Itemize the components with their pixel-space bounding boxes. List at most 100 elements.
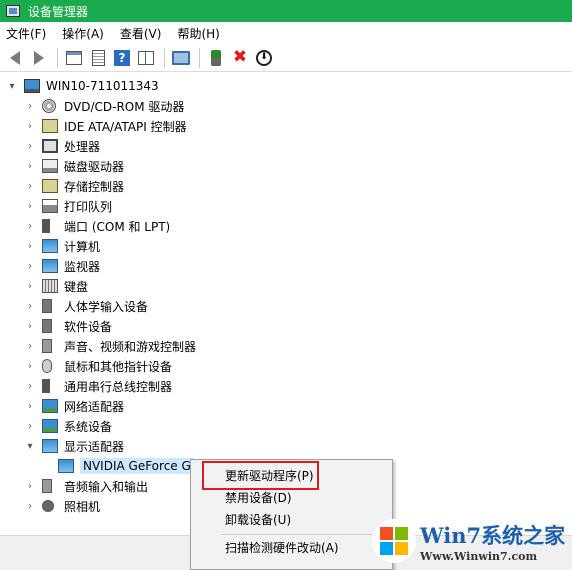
tree-item-mice[interactable]: › 鼠标和其他指针设备: [24, 356, 172, 376]
window-title: 设备管理器: [28, 4, 89, 19]
chevron-right-icon[interactable]: ›: [24, 360, 36, 372]
chevron-right-icon[interactable]: ›: [24, 180, 36, 192]
chevron-right-icon[interactable]: ›: [24, 380, 36, 392]
tree-item-print-queue[interactable]: › 打印队列: [24, 196, 112, 216]
update-driver-button[interactable]: ⬇: [253, 47, 275, 69]
tree-item-label: 端口 (COM 和 LPT): [64, 219, 171, 234]
tree-item-ports[interactable]: › 端口 (COM 和 LPT): [24, 216, 170, 236]
monitor-icon: [42, 259, 58, 273]
properties-button[interactable]: [135, 47, 157, 69]
menu-help[interactable]: 帮助(H): [177, 25, 219, 42]
chevron-right-icon[interactable]: ›: [24, 420, 36, 432]
tree-item-label: 计算机: [64, 239, 101, 254]
tree-item-nvidia[interactable]: NVIDIA GeForce G: [58, 456, 194, 476]
tree-item-disk[interactable]: › 磁盘驱动器: [24, 156, 124, 176]
tree-item-storage[interactable]: › 存储控制器: [24, 176, 124, 196]
software-device-icon: [42, 319, 52, 333]
menu-item-label: 禁用设备(D): [225, 490, 292, 505]
tree-item-network[interactable]: › 网络适配器: [24, 396, 124, 416]
chevron-right-icon[interactable]: ›: [24, 200, 36, 212]
chevron-down-icon[interactable]: ▾: [6, 80, 18, 92]
tree-item-audio-io[interactable]: › 音频输入和输出: [24, 476, 148, 496]
chevron-right-icon[interactable]: ›: [24, 340, 36, 352]
tree-item-hid[interactable]: › 人体学输入设备: [24, 296, 148, 316]
enable-device-icon: [211, 49, 221, 66]
properties-icon: [138, 50, 154, 65]
port-icon: [42, 219, 50, 233]
tree-item-label: 音频输入和输出: [64, 479, 149, 494]
menu-scan-hardware[interactable]: 扫描检测硬件改动(A): [191, 536, 392, 558]
download-circle-icon: ⬇: [256, 49, 272, 66]
chevron-right-icon[interactable]: ›: [24, 100, 36, 112]
tree-item-computer[interactable]: › 计算机: [24, 236, 100, 256]
tree-item-processor[interactable]: › 处理器: [24, 136, 100, 156]
chevron-right-icon[interactable]: ›: [24, 300, 36, 312]
watermark-url: Www.Winwin7.com: [420, 549, 538, 563]
window-icon: [66, 50, 82, 65]
menu-file[interactable]: 文件(F): [6, 25, 46, 42]
tree-item-dvd[interactable]: › DVD/CD-ROM 驱动器: [24, 96, 184, 116]
help-button[interactable]: ?: [111, 47, 133, 69]
tree-item-usb[interactable]: › 通用串行总线控制器: [24, 376, 172, 396]
tree-item-ide[interactable]: › IDE ATA/ATAPI 控制器: [24, 116, 187, 136]
tree-item-label: 人体学输入设备: [64, 299, 149, 314]
tree-item-system[interactable]: › 系统设备: [24, 416, 112, 436]
tree-item-label: 网络适配器: [64, 399, 125, 414]
menu-uninstall-device[interactable]: 卸载设备(U): [191, 508, 392, 530]
enable-device-button[interactable]: [205, 47, 227, 69]
tree-item-label: 处理器: [64, 139, 101, 154]
keyboard-icon: [42, 279, 58, 293]
hid-icon: [42, 299, 52, 313]
tree-item-camera[interactable]: › 照相机: [24, 496, 100, 516]
processor-icon: [42, 139, 58, 153]
windows-logo-icon: [372, 519, 416, 563]
menu-separator: [221, 534, 389, 535]
watermark: Win7系统之家 Www.Winwin7.com: [372, 512, 572, 570]
tree-item-label: 鼠标和其他指针设备: [64, 359, 173, 374]
tree-item-sound[interactable]: › 声音、视频和游戏控制器: [24, 336, 196, 356]
tree-item-monitors[interactable]: › 监视器: [24, 256, 100, 276]
forward-button[interactable]: [28, 47, 50, 69]
uninstall-button[interactable]: ✖: [229, 47, 251, 69]
toolbar: ? ✖ ⬇: [0, 44, 572, 72]
chevron-right-icon[interactable]: ›: [24, 500, 36, 512]
document-button[interactable]: [87, 47, 109, 69]
disc-drive-icon: [42, 99, 56, 113]
chevron-right-icon[interactable]: ›: [24, 400, 36, 412]
monitor-icon: [172, 50, 190, 65]
tree-item-keyboards[interactable]: › 键盘: [24, 276, 88, 296]
tree-item-label: DVD/CD-ROM 驱动器: [64, 99, 185, 114]
chevron-right-icon[interactable]: ›: [24, 320, 36, 332]
chevron-right-icon[interactable]: ›: [24, 140, 36, 152]
back-button[interactable]: [4, 47, 26, 69]
watermark-brand: Win7系统之家: [420, 522, 566, 548]
show-hide-tree-button[interactable]: [63, 47, 85, 69]
tree-item-display[interactable]: ▾ 显示适配器: [24, 436, 124, 456]
help-icon: ?: [114, 49, 130, 66]
uninstall-x-icon: ✖: [232, 47, 248, 67]
tree-item-software[interactable]: › 软件设备: [24, 316, 112, 336]
tree-item-label: 声音、视频和游戏控制器: [64, 339, 197, 354]
usb-icon: [42, 379, 50, 393]
chevron-right-icon[interactable]: ›: [24, 260, 36, 272]
ide-controller-icon: [42, 119, 58, 133]
menu-action[interactable]: 操作(A): [62, 25, 104, 42]
computer-icon: [24, 79, 40, 93]
tree-item-label: 打印队列: [64, 199, 113, 214]
toolbar-separator: [164, 47, 165, 68]
menu-view[interactable]: 查看(V): [120, 25, 162, 42]
chevron-right-icon[interactable]: ›: [24, 240, 36, 252]
chevron-right-icon[interactable]: ›: [24, 220, 36, 232]
tree-root-label: WIN10-711011343: [46, 79, 159, 93]
mouse-icon: [42, 359, 52, 373]
chevron-right-icon[interactable]: ›: [24, 120, 36, 132]
system-device-icon: [42, 419, 58, 433]
chevron-right-icon[interactable]: ›: [24, 160, 36, 172]
chevron-right-icon[interactable]: ›: [24, 280, 36, 292]
tree-root[interactable]: ▾ WIN10-711011343: [6, 76, 159, 96]
chevron-right-icon[interactable]: ›: [24, 480, 36, 492]
chevron-down-icon[interactable]: ▾: [24, 440, 36, 452]
toolbar-separator: [199, 47, 200, 68]
scan-hardware-button[interactable]: [170, 47, 192, 69]
tree-item-label: 键盘: [64, 279, 89, 294]
